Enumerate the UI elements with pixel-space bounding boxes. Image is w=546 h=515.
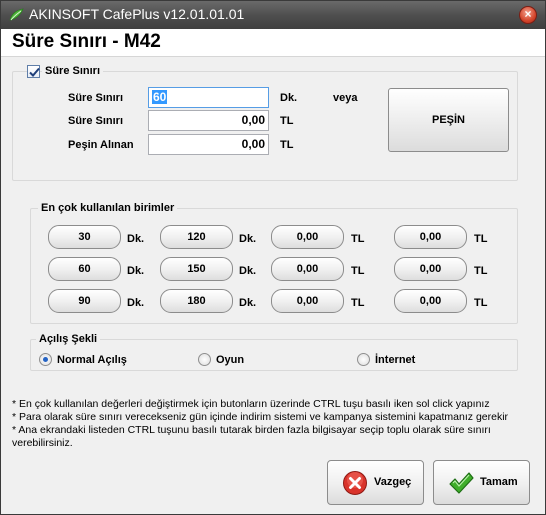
note-line: verebilirsiniz. — [12, 437, 73, 449]
radio-game-label[interactable]: Oyun — [216, 354, 244, 366]
radio-internet[interactable] — [357, 353, 370, 366]
preset-60-button[interactable]: 60 — [48, 257, 121, 281]
preset-30-button[interactable]: 30 — [48, 225, 121, 249]
window-title: AKINSOFT CafePlus v12.01.01.01 — [29, 6, 245, 22]
preset-unit: TL — [351, 233, 365, 245]
dialog-window: AKINSOFT CafePlus v12.01.01.01 × Süre Sı… — [0, 0, 546, 515]
cash-button[interactable]: PEŞİN — [388, 88, 509, 152]
preset-unit: Dk. — [239, 233, 257, 245]
close-button[interactable]: × — [519, 6, 537, 24]
preset-unit: TL — [351, 297, 365, 309]
cancel-button[interactable]: Vazgeç — [327, 460, 424, 505]
cancel-label: Vazgeç — [374, 476, 412, 488]
limit-money-label: Süre Sınırı — [68, 115, 124, 127]
checkmark-icon — [29, 67, 40, 77]
limit-minutes-unit: Dk. — [280, 92, 298, 104]
close-icon: × — [524, 7, 532, 21]
header-band: Süre Sınırı - M42 — [1, 29, 545, 57]
ok-button[interactable]: Tamam — [433, 460, 530, 505]
radio-normal[interactable] — [39, 353, 52, 366]
preset-money-button[interactable]: 0,00 — [394, 257, 467, 281]
limit-money-input[interactable]: 0,00 — [148, 110, 269, 131]
preset-money-button[interactable]: 0,00 — [271, 225, 344, 249]
green-check-icon — [448, 470, 474, 496]
radio-internet-label[interactable]: İnternet — [375, 354, 415, 366]
prepaid-value: 0,00 — [241, 137, 265, 151]
limit-money-unit: TL — [280, 115, 294, 127]
or-label: veya — [333, 92, 358, 104]
red-x-icon — [342, 470, 368, 496]
limit-minutes-label: Süre Sınırı — [68, 92, 124, 104]
title-bar[interactable]: AKINSOFT CafePlus v12.01.01.01 × — [1, 1, 545, 29]
preset-unit: Dk. — [239, 297, 257, 309]
preset-90-button[interactable]: 90 — [48, 289, 121, 313]
limit-minutes-input[interactable]: 60 — [148, 87, 269, 108]
preset-unit: TL — [351, 265, 365, 277]
note-line: * En çok kullanılan değerleri değiştirme… — [12, 398, 490, 410]
preset-money-button[interactable]: 0,00 — [394, 225, 467, 249]
preset-unit: Dk. — [127, 297, 145, 309]
preset-unit: Dk. — [239, 265, 257, 277]
preset-unit: TL — [474, 233, 488, 245]
limit-minutes-value: 60 — [152, 90, 168, 104]
radio-normal-label[interactable]: Normal Açılış — [57, 354, 127, 366]
preset-unit: Dk. — [127, 265, 145, 277]
note-line: * Ana ekrandaki listeden CTRL tuşunu bas… — [12, 424, 491, 436]
open-mode-legend: Açılış Şekli — [36, 333, 101, 345]
note-line: * Para olarak süre sınırı verecekseniz g… — [12, 411, 509, 423]
cafeplus-leaf-icon — [8, 7, 24, 23]
preset-unit: TL — [474, 297, 488, 309]
ok-label: Tamam — [480, 476, 518, 488]
preset-150-button[interactable]: 150 — [160, 257, 233, 281]
preset-money-button[interactable]: 0,00 — [271, 257, 344, 281]
limit-group-legend: Süre Sınırı — [42, 65, 104, 77]
prepaid-unit: TL — [280, 139, 294, 151]
preset-120-button[interactable]: 120 — [160, 225, 233, 249]
preset-money-button[interactable]: 0,00 — [394, 289, 467, 313]
common-units-legend: En çok kullanılan birimler — [38, 202, 178, 214]
preset-money-button[interactable]: 0,00 — [271, 289, 344, 313]
prepaid-label: Peşin Alınan — [68, 139, 134, 151]
preset-unit: TL — [474, 265, 488, 277]
preset-unit: Dk. — [127, 233, 145, 245]
preset-180-button[interactable]: 180 — [160, 289, 233, 313]
limit-money-value: 0,00 — [241, 113, 265, 127]
prepaid-input[interactable]: 0,00 — [148, 134, 269, 155]
page-title: Süre Sınırı - M42 — [12, 31, 161, 52]
limit-checkbox[interactable] — [27, 65, 40, 78]
radio-game[interactable] — [198, 353, 211, 366]
